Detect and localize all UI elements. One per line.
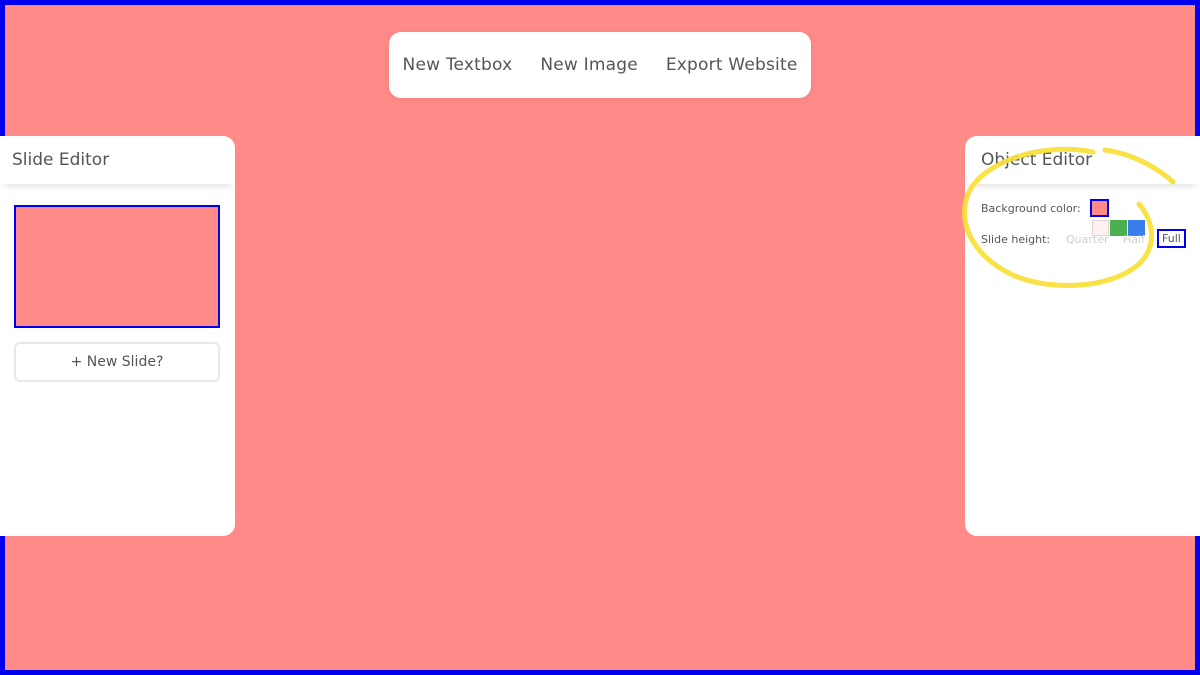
slide-thumbnail[interactable]	[14, 205, 220, 328]
slide-height-label: Slide height:	[981, 233, 1051, 246]
background-color-label: Background color:	[981, 202, 1081, 215]
top-toolbar: New Textbox New Image Export Website	[389, 32, 811, 98]
object-editor-panel: Object Editor Background color: Slide he…	[965, 136, 1200, 536]
height-option-quarter[interactable]: Quarter	[1066, 233, 1109, 246]
export-website-button[interactable]: Export Website	[652, 55, 812, 75]
current-color-swatch[interactable]	[1090, 199, 1109, 217]
new-textbox-button[interactable]: New Textbox	[389, 55, 527, 75]
height-option-half[interactable]: Half	[1123, 233, 1145, 246]
new-slide-button[interactable]: + New Slide?	[14, 342, 220, 382]
slide-editor-title: Slide Editor	[0, 136, 235, 184]
slide-editor-panel: Slide Editor + New Slide?	[0, 136, 235, 536]
new-image-button[interactable]: New Image	[526, 55, 652, 75]
object-editor-title: Object Editor	[965, 136, 1200, 184]
height-option-full[interactable]: Full	[1157, 229, 1186, 248]
